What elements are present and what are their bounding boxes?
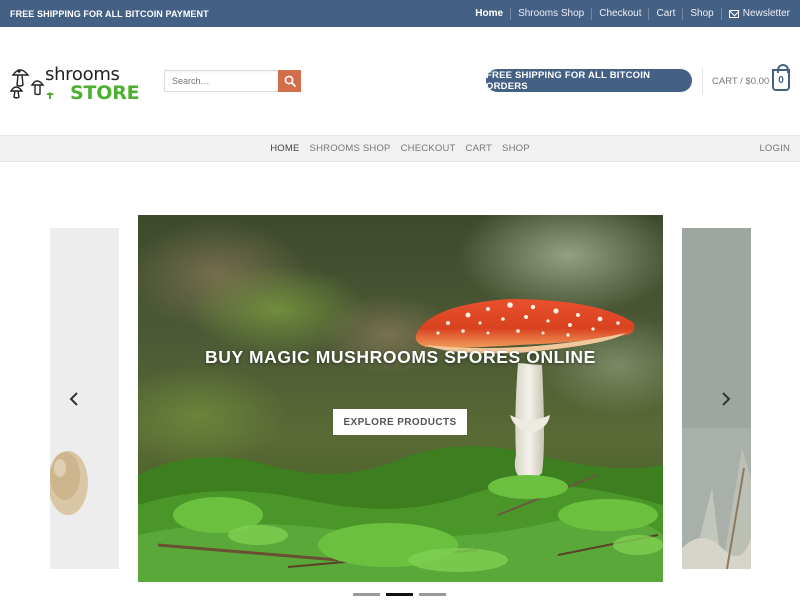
explore-products-button[interactable]: EXPLORE PRODUCTS [333, 409, 467, 435]
main-nav-shrooms-shop[interactable]: SHROOMS SHOP [305, 143, 396, 154]
hero-title: BUY MAGIC MUSHROOMS SPORES ONLINE [205, 347, 596, 367]
top-nav-checkout[interactable]: Checkout [591, 7, 648, 20]
top-bar-message: FREE SHIPPING FOR ALL BITCOIN PAYMENT [10, 8, 209, 19]
chevron-right-icon [722, 392, 731, 406]
slider-dot-1[interactable] [353, 593, 380, 596]
search-button[interactable] [278, 70, 301, 92]
main-nav-shop[interactable]: SHOP [497, 143, 535, 154]
main-nav-checkout[interactable]: CHECKOUT [396, 143, 461, 154]
site-header: shrooms STORE FREE SHIPPING FOR ALL BITC… [0, 27, 800, 135]
fly-agaric-mushroom-image [138, 215, 663, 582]
top-nav-cart[interactable]: Cart [648, 7, 682, 20]
search-form [164, 70, 301, 92]
slider-dot-3[interactable] [419, 593, 446, 596]
login-link[interactable]: LOGIN [759, 143, 790, 154]
search-input[interactable] [164, 70, 278, 92]
free-shipping-button[interactable]: FREE SHIPPING FOR ALL BITCOIN ORDERS [486, 69, 692, 92]
slider-next-button[interactable] [716, 389, 736, 409]
top-nav: Home Shrooms Shop Checkout Cart Shop New… [468, 7, 790, 20]
site-logo[interactable]: shrooms STORE [10, 61, 142, 101]
cart-icon[interactable]: 0 [772, 64, 790, 91]
mushroom-cap-image [50, 228, 119, 569]
cart-count: 0 [778, 74, 784, 86]
main-nav-home[interactable]: HOME [265, 143, 304, 154]
slider-dot-2[interactable] [386, 593, 413, 596]
main-nav-cart[interactable]: CART [461, 143, 498, 154]
slide-previous-preview[interactable] [50, 228, 119, 569]
top-nav-home[interactable]: Home [468, 8, 510, 20]
mushroom-icon [10, 69, 45, 99]
chevron-left-icon [69, 392, 78, 406]
main-nav: HOME SHROOMS SHOP CHECKOUT CART SHOP LOG… [0, 135, 800, 162]
logo-text-bottom: STORE [70, 82, 139, 101]
top-nav-shop[interactable]: Shop [682, 7, 720, 20]
top-bar: FREE SHIPPING FOR ALL BITCOIN PAYMENT Ho… [0, 0, 800, 27]
hero-slide [138, 215, 663, 582]
envelope-icon [728, 9, 739, 18]
top-nav-shrooms-shop[interactable]: Shrooms Shop [510, 7, 591, 20]
slider-dots [353, 593, 446, 596]
cart-link[interactable]: CART / $0.00 [712, 76, 769, 87]
header-divider [702, 68, 703, 94]
newsletter-link[interactable]: Newsletter [720, 7, 790, 20]
search-icon [284, 75, 296, 87]
slider-prev-button[interactable] [64, 389, 84, 409]
newsletter-label: Newsletter [742, 7, 790, 19]
